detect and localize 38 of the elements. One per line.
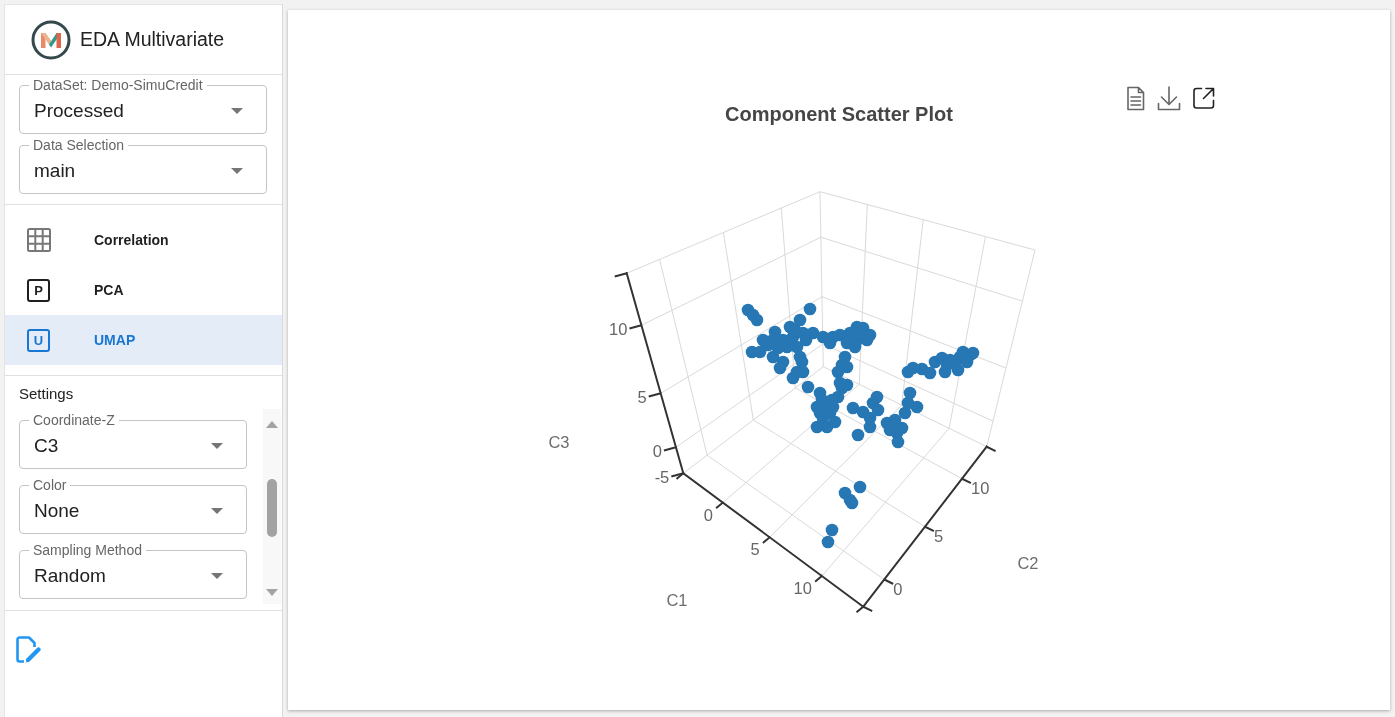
document-icon[interactable] xyxy=(1127,86,1145,111)
app-title: EDA Multivariate xyxy=(80,26,225,52)
scroll-down-arrow-icon[interactable] xyxy=(266,589,278,596)
axis-title: C3 xyxy=(548,433,570,451)
tick-label: 0 xyxy=(703,505,713,524)
tick-label: 10 xyxy=(793,579,812,597)
grid-icon xyxy=(27,228,51,252)
tick-label: 0 xyxy=(652,442,662,461)
external-link-icon[interactable] xyxy=(1193,87,1215,109)
caret-icon xyxy=(211,508,223,514)
field-label: DataSet: Demo-SimuCredit xyxy=(29,78,207,93)
scrollbar[interactable] xyxy=(263,409,281,604)
section-heading: Settings xyxy=(18,385,75,403)
caret-icon xyxy=(211,573,223,579)
axis-title: C1 xyxy=(666,591,688,609)
caret-icon xyxy=(231,168,243,174)
tick-label: 10 xyxy=(609,320,628,339)
logo-icon xyxy=(31,19,71,60)
field-label: Sampling Method xyxy=(29,543,146,558)
scroll-up-arrow-icon[interactable] xyxy=(266,421,278,428)
nav-item[interactable]: Correlation xyxy=(5,215,282,265)
caret-icon xyxy=(211,443,223,449)
nav-item[interactable]: U UMAP xyxy=(5,315,282,365)
field-label: Color xyxy=(29,478,71,493)
tick-label: 0 xyxy=(893,579,903,598)
nav-item[interactable]: P PCA xyxy=(5,265,282,315)
scrollbar-thumb[interactable] xyxy=(267,479,277,537)
field-label: Coordinate-Z xyxy=(29,413,119,428)
tick-label: 5 xyxy=(637,388,647,407)
tick-label: -5 xyxy=(654,468,670,487)
file-edit-icon[interactable] xyxy=(15,635,41,664)
download-icon[interactable] xyxy=(1157,86,1181,111)
chart-title: Component Scatter Plot xyxy=(725,103,953,125)
axis-title: C2 xyxy=(1017,554,1039,572)
letter-square-icon: P xyxy=(27,278,50,302)
caret-icon xyxy=(231,108,243,114)
letter-square-icon: U xyxy=(27,328,50,352)
field-label: Data Selection xyxy=(29,138,129,153)
